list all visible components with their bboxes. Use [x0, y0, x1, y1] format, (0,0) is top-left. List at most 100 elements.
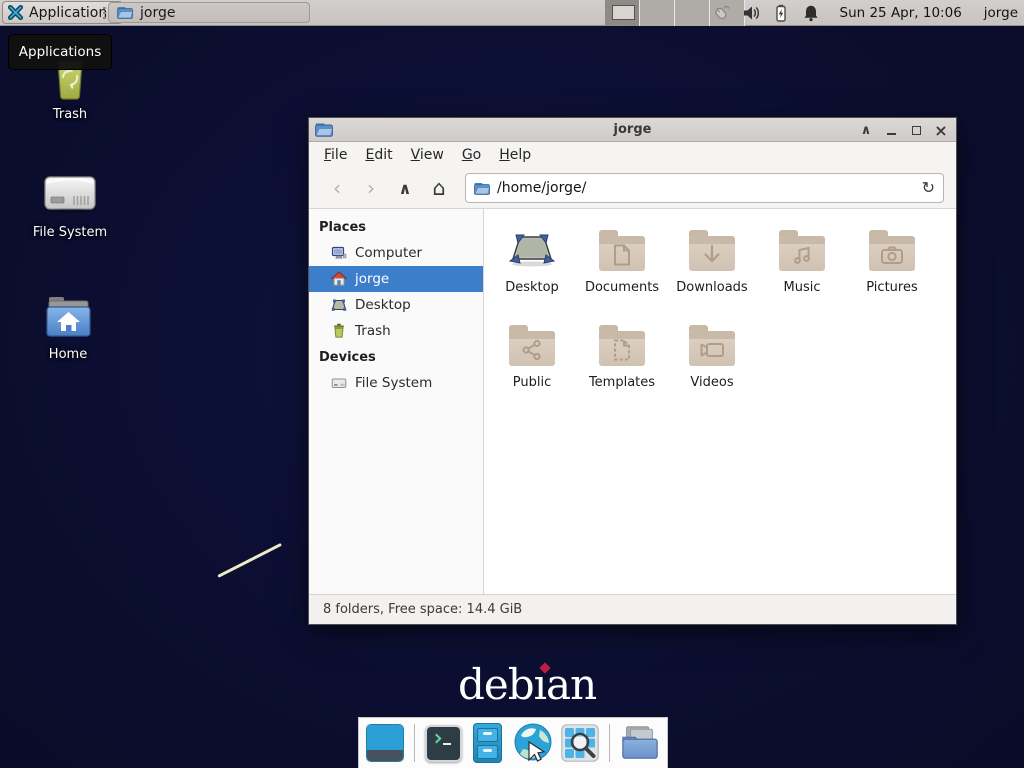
clock[interactable]: Sun 25 Apr, 10:06 — [840, 5, 962, 21]
close-button[interactable]: × — [934, 122, 948, 138]
debian-logo-text: debıan — [458, 660, 596, 709]
desktop-special-icon — [508, 227, 556, 271]
sidebar-item-label: Desktop — [355, 297, 411, 313]
sidebar-item-label: jorge — [355, 271, 389, 287]
file-pane[interactable]: Desktop Documents — [484, 209, 956, 594]
sidebar-item-jorge[interactable]: jorge — [309, 266, 483, 292]
home-button[interactable]: ⌂ — [423, 173, 455, 203]
dock-folder-icon — [620, 724, 660, 762]
application-finder-launcher[interactable] — [561, 723, 599, 763]
maximize-button[interactable] — [909, 122, 923, 138]
window-controls: ∧ × — [859, 118, 948, 142]
back-button[interactable]: ‹ — [321, 173, 353, 203]
sidebar-header-places: Places — [309, 214, 483, 240]
web-browser-launcher[interactable] — [513, 723, 553, 763]
video-emblem-icon — [699, 341, 725, 359]
dock-panel — [358, 717, 668, 768]
show-desktop-button[interactable] — [366, 723, 404, 763]
menu-edit[interactable]: Edit — [356, 144, 401, 166]
reload-icon[interactable]: ↻ — [922, 180, 935, 196]
globe-icon — [513, 723, 553, 763]
panel-grip[interactable] — [103, 7, 106, 20]
taskbar-window-label: jorge — [140, 5, 175, 21]
sidebar-item-trash[interactable]: Trash — [309, 318, 483, 344]
file-item-templates[interactable]: Templates — [577, 318, 667, 396]
sidebar-item-label: File System — [355, 375, 432, 391]
document-emblem-icon — [612, 244, 632, 266]
hard-drive-icon — [331, 375, 347, 391]
menu-file[interactable]: File — [315, 144, 356, 166]
file-item-public[interactable]: Public — [487, 318, 577, 396]
desktop-icon-file-system[interactable]: File System — [15, 170, 125, 240]
dock-separator — [414, 724, 415, 762]
file-manager-launcher[interactable] — [470, 723, 505, 763]
file-manager-window: jorge ∧ × File Edit View Go Help ‹ › ∧ ⌂… — [308, 117, 957, 625]
app-finder-icon — [561, 724, 599, 762]
notifications-tray-icon[interactable] — [802, 4, 820, 22]
file-cabinet-icon — [473, 723, 502, 763]
applications-tooltip-text: Applications — [19, 44, 101, 60]
terminal-launcher[interactable] — [425, 723, 462, 763]
terminal-icon — [425, 725, 462, 762]
top-panel: Applications jorge — [0, 0, 1024, 26]
taskbar-window-button[interactable]: jorge — [108, 2, 310, 23]
window-main-area: Places Computer jorge — [309, 209, 956, 594]
shade-button[interactable]: ∧ — [859, 122, 873, 138]
computer-icon — [331, 245, 347, 261]
folder-launcher[interactable] — [620, 723, 660, 763]
sidebar: Places Computer jorge — [309, 209, 484, 594]
status-bar: 8 folders, Free space: 14.4 GiB — [309, 594, 956, 624]
file-label: Templates — [589, 375, 655, 390]
share-emblem-icon — [521, 339, 543, 361]
dock-separator — [609, 724, 610, 762]
menu-help[interactable]: Help — [490, 144, 540, 166]
forward-button[interactable]: › — [355, 173, 387, 203]
file-item-pictures[interactable]: Pictures — [847, 223, 937, 301]
path-input[interactable] — [497, 180, 915, 196]
workspace-window-preview — [612, 5, 635, 20]
file-item-downloads[interactable]: Downloads — [667, 223, 757, 301]
workspace-2[interactable] — [640, 0, 675, 26]
sidebar-header-devices: Devices — [309, 344, 483, 370]
up-button[interactable]: ∧ — [389, 173, 421, 203]
file-item-videos[interactable]: Videos — [667, 318, 757, 396]
trash-icon — [331, 323, 347, 339]
menu-view[interactable]: View — [402, 144, 453, 166]
workspace-3[interactable] — [675, 0, 710, 26]
download-emblem-icon — [701, 244, 723, 266]
sidebar-item-label: Trash — [355, 323, 391, 339]
user-menu[interactable]: jorge — [984, 5, 1018, 21]
sidebar-item-computer[interactable]: Computer — [309, 240, 483, 266]
path-bar: ↻ — [465, 173, 944, 203]
desktop-icon-home[interactable]: Home — [13, 294, 123, 362]
file-label: Documents — [585, 280, 659, 295]
path-folder-icon — [474, 182, 490, 195]
applications-tooltip: Applications — [8, 34, 112, 70]
mouse-tray-icon[interactable] — [712, 4, 730, 22]
file-label: Downloads — [676, 280, 747, 295]
sidebar-item-label: Computer — [355, 245, 422, 261]
folder-icon — [117, 6, 133, 19]
sidebar-item-desktop[interactable]: Desktop — [309, 292, 483, 318]
file-label: Videos — [690, 375, 733, 390]
home-icon — [331, 271, 347, 287]
volume-tray-icon[interactable] — [742, 4, 760, 22]
desktop-icon-label: File System — [33, 225, 107, 240]
sidebar-item-file-system[interactable]: File System — [309, 370, 483, 396]
system-tray: Sun 25 Apr, 10:06 jorge — [712, 0, 1021, 26]
file-item-desktop[interactable]: Desktop — [487, 223, 577, 301]
file-item-documents[interactable]: Documents — [577, 223, 667, 301]
file-item-music[interactable]: Music — [757, 223, 847, 301]
menu-go[interactable]: Go — [453, 144, 490, 166]
camera-emblem-icon — [880, 245, 904, 265]
minimize-button[interactable] — [884, 122, 898, 138]
workspace-1[interactable] — [605, 0, 640, 26]
show-desktop-icon — [366, 724, 404, 762]
desktop-icon-label: Trash — [53, 107, 87, 122]
home-folder-icon — [42, 294, 94, 340]
desktop-line-artifact — [217, 543, 282, 578]
file-grid: Desktop Documents — [487, 223, 939, 413]
window-titlebar[interactable]: jorge ∧ × — [309, 118, 956, 142]
hard-drive-icon — [42, 170, 98, 218]
battery-tray-icon[interactable] — [772, 4, 790, 22]
